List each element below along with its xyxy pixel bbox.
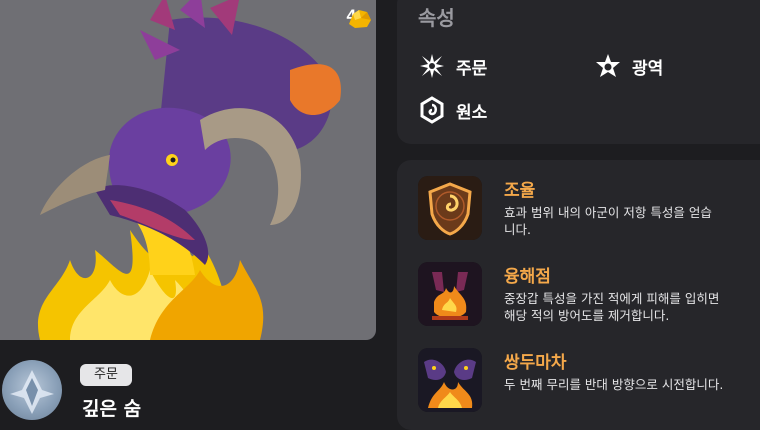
ability-twin-chariot: 쌍두마차 두 번째 무리를 반대 방향으로 시전합니다. bbox=[418, 348, 760, 412]
ability-melting-point: 융해점 중장갑 특성을 가진 적에게 피해를 입히면 해당 적의 방어도를 제거… bbox=[418, 262, 760, 326]
card-detail-screen: 4 주문 깊은 숨 속성 주문 광역 원소 조율 효과 범위 내의 아군이 저항… bbox=[0, 0, 760, 430]
hero-emblem-icon bbox=[10, 370, 54, 414]
twin-dragon-icon bbox=[418, 348, 482, 412]
ability-description: 효과 범위 내의 아군이 저항 특성을 얻습 니다. bbox=[504, 205, 712, 237]
element-swirl-icon bbox=[420, 96, 444, 124]
card-type-tag: 주문 bbox=[80, 364, 132, 386]
card-cost: 4 bbox=[347, 6, 371, 28]
attribute-spell: 주문 bbox=[418, 52, 487, 80]
attribute-area: 광역 bbox=[594, 52, 663, 80]
attribute-label: 주문 bbox=[456, 58, 488, 79]
ability-attunement: 조율 효과 범위 내의 아군이 저항 특성을 얻습 니다. bbox=[418, 176, 760, 240]
ability-name: 쌍두마차 bbox=[504, 353, 567, 373]
ability-name: 융해점 bbox=[504, 267, 551, 287]
ability-description: 두 번째 무리를 반대 방향으로 시전합니다. bbox=[504, 377, 724, 392]
ability-name: 조율 bbox=[504, 181, 536, 201]
card-avatar bbox=[2, 360, 62, 420]
melting-point-icon bbox=[418, 262, 482, 326]
attributes-title: 속성 bbox=[418, 6, 455, 30]
attribute-label: 원소 bbox=[456, 102, 488, 123]
dragon-illustration bbox=[37, 0, 341, 340]
attribute-element: 원소 bbox=[418, 96, 487, 124]
attribute-label: 광역 bbox=[632, 58, 664, 79]
gold-icon bbox=[348, 10, 371, 28]
spell-burst-icon bbox=[420, 54, 444, 78]
ability-description: 중장갑 특성을 가진 적에게 피해를 입히면 해당 적의 방어도를 제거합니다. bbox=[504, 291, 720, 323]
card-art: 4 bbox=[0, 0, 376, 340]
area-star-icon bbox=[596, 54, 620, 77]
attunement-shield-icon bbox=[418, 176, 482, 240]
card-name: 깊은 숨 bbox=[82, 398, 142, 420]
